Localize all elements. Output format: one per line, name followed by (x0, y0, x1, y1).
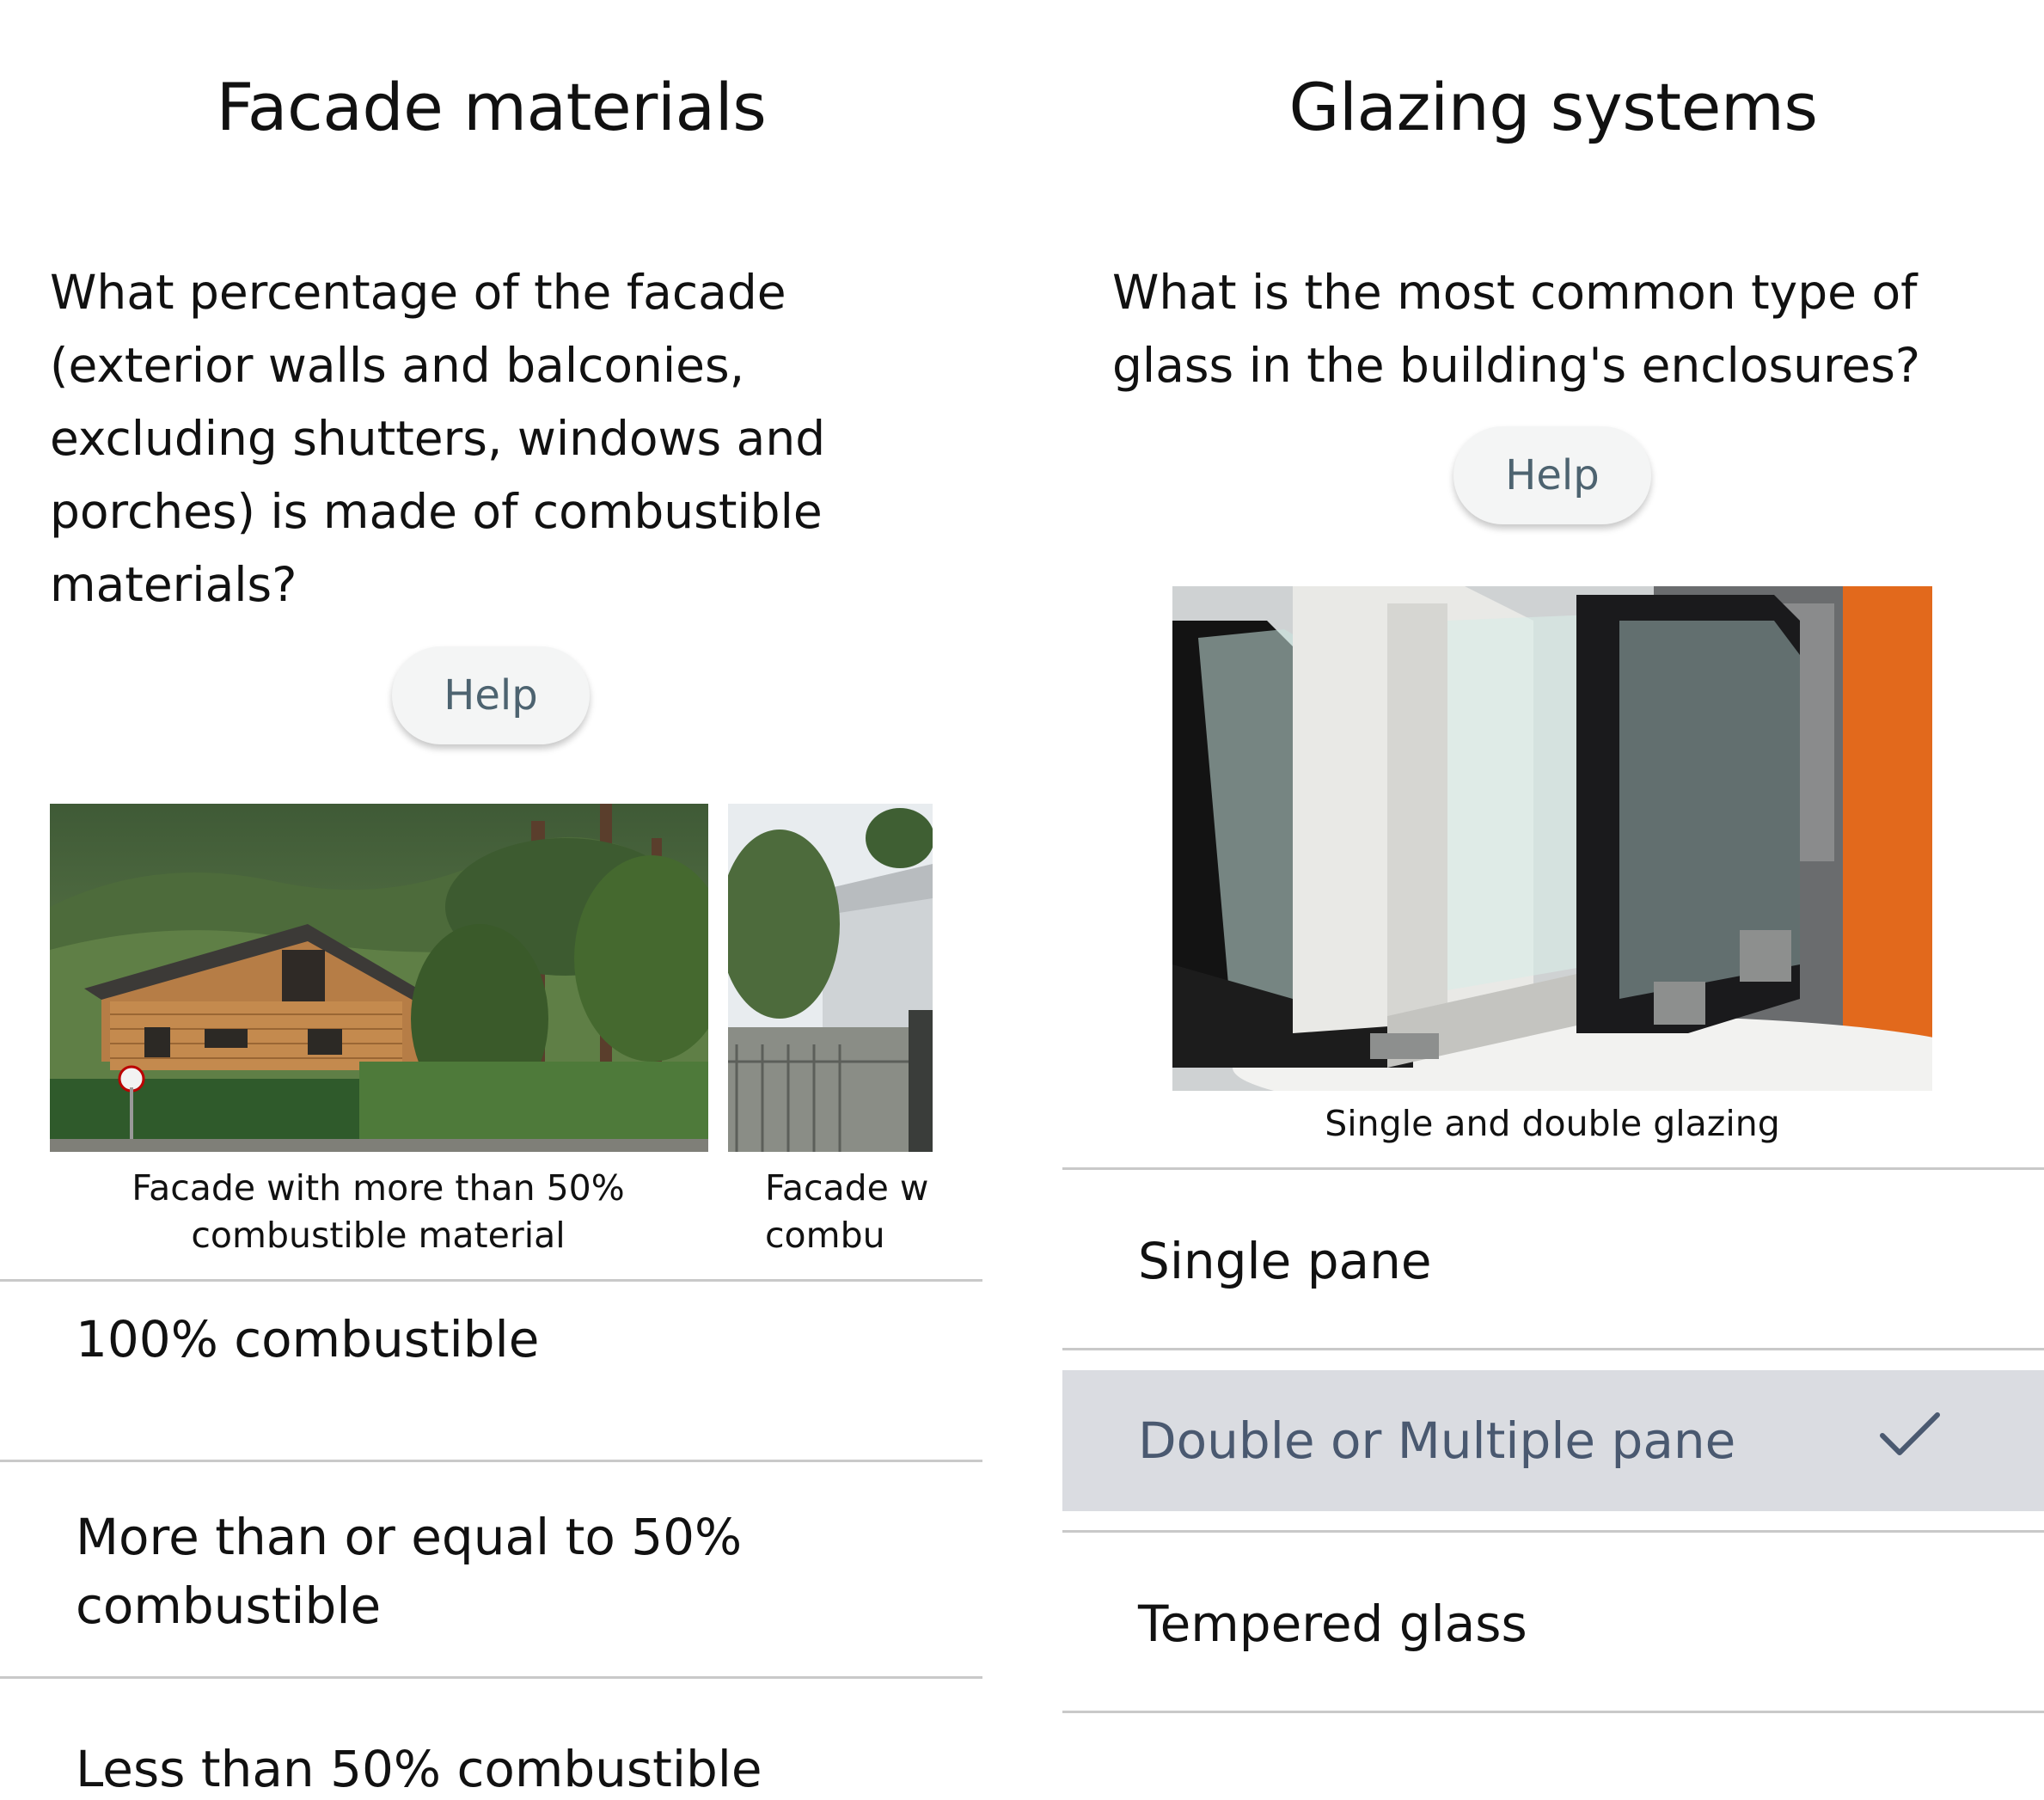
question-text: What is the most common type of glass in… (1112, 265, 1921, 393)
glazing-image (1172, 586, 1932, 1091)
divider (0, 1676, 982, 1679)
page-title: Facade materials (216, 69, 767, 145)
glazing-systems-panel: Glazing systems What is the most common … (1062, 0, 2044, 1800)
help-button[interactable]: Help (1453, 426, 1651, 524)
option-100-combustible[interactable]: 100% combustible (0, 1305, 982, 1374)
question-text: What percentage of the facade (exterior … (50, 265, 826, 612)
option-double-or-multiple-pane[interactable]: Double or Multiple pane (1062, 1370, 2044, 1511)
carousel-caption-2: Facade w combu (765, 1167, 929, 1256)
option-label: Tempered glass (1138, 1595, 1527, 1653)
page-title: Glazing systems (1288, 69, 1818, 145)
divider (1062, 1167, 2044, 1170)
option-label: Double or Multiple pane (1138, 1411, 1736, 1470)
option-label: Single pane (1138, 1232, 1432, 1290)
option-50-or-more-combustible[interactable]: More than or equal to 50% combustible (0, 1503, 780, 1640)
check-icon (1879, 1370, 1941, 1511)
option-label: Less than 50% combustible (76, 1740, 762, 1798)
option-label: 100% combustible (76, 1310, 540, 1368)
divider (1062, 1348, 2044, 1350)
divider (0, 1279, 982, 1282)
help-button[interactable]: Help (392, 646, 590, 744)
option-label: More than or equal to 50% combustible (76, 1508, 743, 1635)
image-carousel[interactable]: Facade with more than 50% combustible ma… (0, 804, 982, 1268)
carousel-image-wooden-house (50, 804, 708, 1152)
option-less-than-50-combustible[interactable]: Less than 50% combustible (0, 1735, 982, 1800)
divider (1062, 1530, 2044, 1533)
facade-materials-panel: Facade materials What percentage of the … (0, 0, 982, 1800)
carousel-caption: Facade with more than 50% combustible ma… (132, 1167, 625, 1256)
divider (1062, 1711, 2044, 1713)
option-single-pane[interactable]: Single pane (1062, 1195, 2044, 1327)
option-tempered-glass[interactable]: Tempered glass (1062, 1558, 2044, 1690)
image-caption: Single and double glazing (1325, 1103, 1780, 1144)
carousel-image-concrete-building (728, 804, 933, 1152)
divider (0, 1460, 982, 1462)
